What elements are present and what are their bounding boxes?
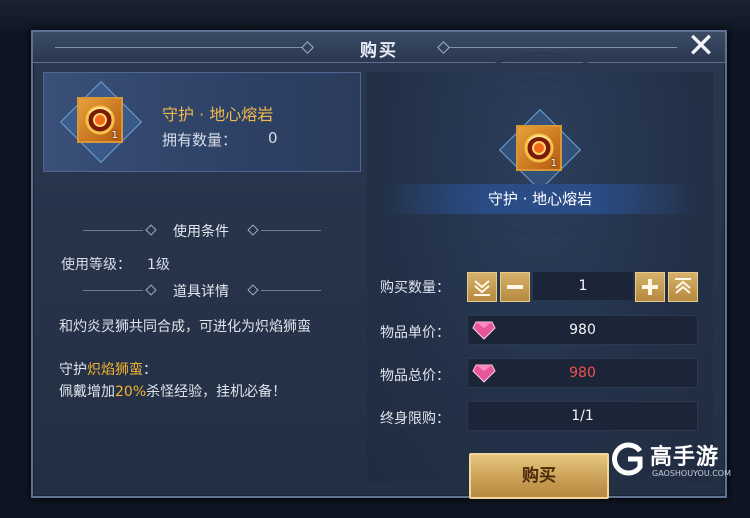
item-info-panel: 1 守护 · 地心熔岩 拥有数量： 0 使用条件 使用等级： 1级 道具详情 和… xyxy=(43,72,363,477)
item-name-banner: 守护 · 地心熔岩 xyxy=(382,184,698,214)
level-requirement-label: 使用等级： xyxy=(61,257,131,273)
unit-price-field: 980 xyxy=(467,315,698,345)
bonus-suffix: 杀怪经验，挂机必备！ xyxy=(146,384,287,400)
item-icon-slot[interactable]: 1 xyxy=(59,80,143,164)
details-title: 道具详情 xyxy=(173,284,229,300)
lava-amulet-icon: 1 xyxy=(77,97,123,143)
buy-button[interactable]: 购买 xyxy=(469,453,609,499)
section-divider xyxy=(261,230,321,231)
total-price-value: 980 xyxy=(569,365,596,381)
pink-diamond-icon xyxy=(472,364,496,383)
background-top xyxy=(0,0,750,30)
unit-price-label: 物品单价： xyxy=(380,325,450,341)
item-name: 守护 · 地心熔岩 xyxy=(162,105,274,124)
bonus-percent: 20% xyxy=(115,384,147,400)
title-divider-right xyxy=(449,47,677,48)
owned-label: 拥有数量： xyxy=(162,131,238,149)
level-requirement-value: 1级 xyxy=(147,257,170,273)
quantity-value[interactable]: 1 xyxy=(533,272,633,300)
evolution-name: 炽焰狮蛮 xyxy=(87,362,143,378)
section-divider xyxy=(261,290,321,291)
background-bottom xyxy=(0,495,750,518)
close-button[interactable]: ✕ xyxy=(685,29,717,63)
quantity-label: 购买数量： xyxy=(380,280,450,296)
purchase-limit-field: 1/1 xyxy=(467,401,698,431)
minus-icon xyxy=(507,285,523,289)
total-price-label: 物品总价： xyxy=(380,368,450,384)
lava-amulet-icon: 1 xyxy=(516,125,562,171)
conditions-title: 使用条件 xyxy=(173,224,229,240)
unit-price-value: 980 xyxy=(569,322,596,338)
guardian-prefix: 守护 xyxy=(59,362,87,378)
double-chevron-down-icon xyxy=(474,280,490,296)
watermark-site: GAOSHOUYOU.COM xyxy=(652,469,732,478)
plus-icon xyxy=(642,279,658,295)
purchase-limit-value: 1/1 xyxy=(571,408,594,424)
item-description: 和灼炎灵狮共同合成，可进化为炽焰狮蛮 xyxy=(59,319,311,335)
purchase-limit-label: 终身限购： xyxy=(380,411,450,427)
bonus-prefix: 佩戴增加 xyxy=(59,384,115,400)
pink-diamond-icon xyxy=(472,321,496,340)
gaoshouyou-logo-icon xyxy=(612,442,643,476)
min-quantity-button[interactable] xyxy=(467,272,497,302)
dialog-title: 购买 xyxy=(360,41,398,61)
item-count-badge: 1 xyxy=(111,130,118,141)
title-bar: 购买 ✕ xyxy=(33,29,725,63)
increase-quantity-button[interactable] xyxy=(635,272,665,302)
bonus-line: 佩戴增加20%杀怪经验，挂机必备！ xyxy=(59,381,286,401)
item-header: 1 守护 · 地心熔岩 拥有数量： 0 xyxy=(43,72,361,172)
purchase-panel: 1 守护 · 地心熔岩 购买数量： 1 物品单价： 980 物品总价： 980 … xyxy=(367,52,713,499)
item-count-badge: 1 xyxy=(550,158,557,169)
watermark: 高手游 GAOSHOUYOU.COM xyxy=(610,437,740,497)
double-chevron-up-icon xyxy=(675,278,691,294)
decrease-quantity-button[interactable] xyxy=(500,272,530,302)
guardian-line: 守护炽焰狮蛮： xyxy=(59,359,157,379)
max-quantity-button[interactable] xyxy=(668,272,698,302)
purchase-dialog: 购买 ✕ 1 守护 · 地心熔岩 拥有数量： 0 使用条件 使用等级： 1级 道… xyxy=(31,29,727,499)
preview-icon-slot: 1 xyxy=(498,108,582,192)
total-price-field: 980 xyxy=(467,358,698,388)
watermark-name: 高手游 xyxy=(650,445,720,470)
owned-value: 0 xyxy=(268,129,278,147)
guardian-suffix: ： xyxy=(143,362,157,378)
